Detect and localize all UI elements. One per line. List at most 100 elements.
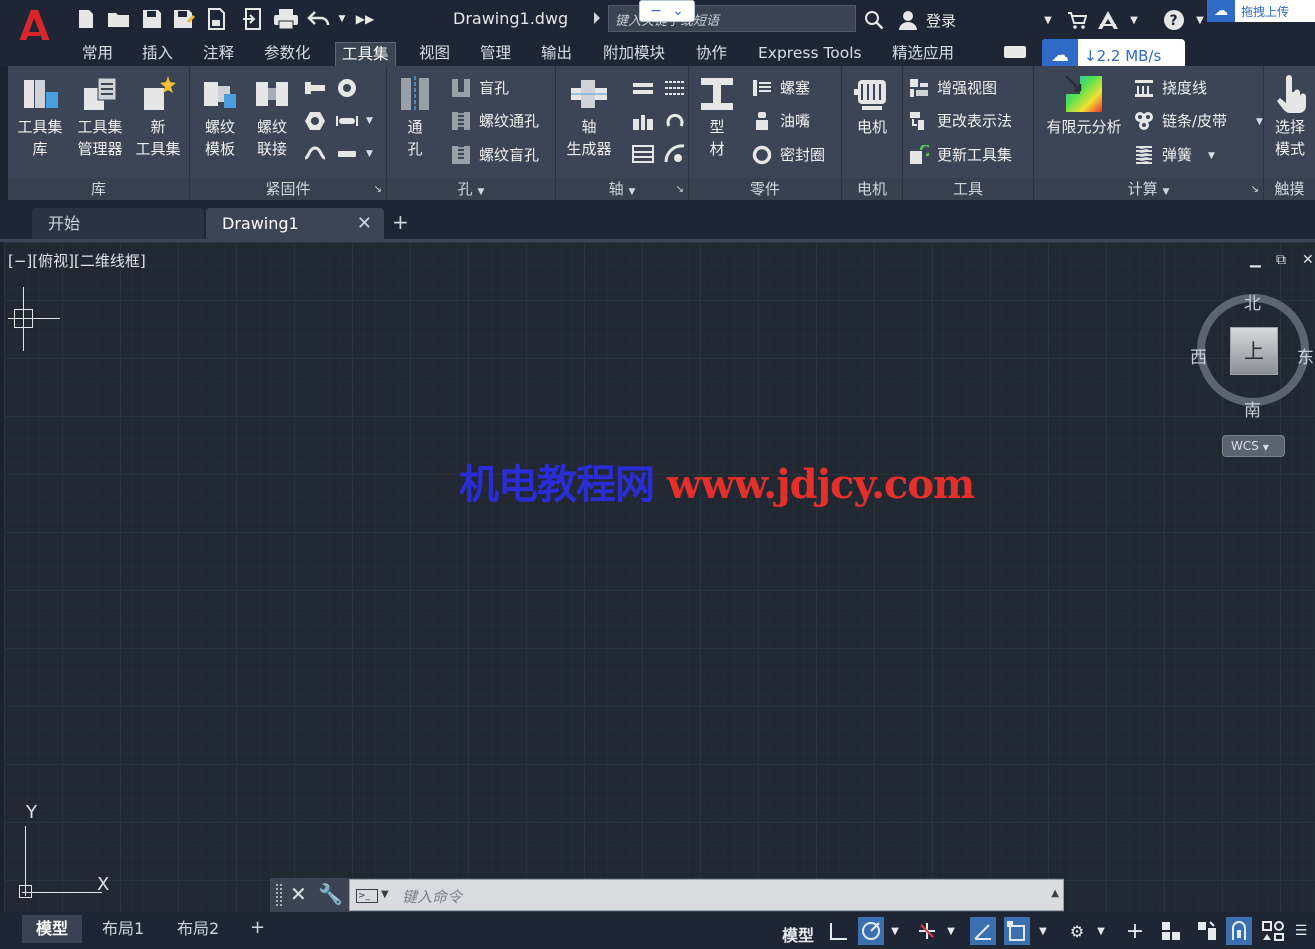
tab-home[interactable]: 常用 [76, 42, 119, 66]
panel-touch-title[interactable]: 触摸 [1264, 178, 1315, 200]
select-mode-button[interactable]: 选择 模式 [1268, 74, 1312, 160]
viewport-minimize-icon[interactable]: ▁ [1250, 252, 1261, 268]
object-snap-icon[interactable] [1004, 917, 1030, 945]
steel-shape-button[interactable]: 型 材 [691, 74, 743, 160]
update-toolset-button[interactable]: 更新工具集 [909, 144, 1012, 166]
spline-icon[interactable] [664, 78, 686, 98]
login-dropdown-icon[interactable]: ▼ [1036, 8, 1060, 32]
cart-icon[interactable] [1065, 8, 1089, 32]
chain-belt-button[interactable]: 链条/皮带 [1134, 110, 1227, 132]
chevron-down-icon[interactable]: ⌄ [672, 3, 684, 19]
gear-icon[interactable]: ⚙ [1064, 917, 1090, 945]
toolset-library-button[interactable]: 工具集库 [12, 74, 68, 160]
snap-dropdown-icon[interactable]: ▼ [888, 917, 902, 945]
tab-output[interactable]: 输出 [535, 42, 578, 66]
save-as-icon[interactable] [172, 8, 196, 30]
thread-connection-button[interactable]: 螺纹 联接 [246, 74, 298, 160]
customize-qat-icon[interactable]: ▶▶ [354, 8, 376, 30]
cloud-upload-badge[interactable]: ☁ 拖拽上传 [1207, 0, 1315, 22]
isolate-objects-icon[interactable] [1226, 917, 1252, 945]
chain-sprocket-icon[interactable] [664, 144, 686, 164]
tab-view[interactable]: 视图 [413, 42, 456, 66]
panel-shaft-title[interactable]: 轴 ▼ [556, 178, 688, 200]
bolt-icon[interactable] [304, 78, 326, 98]
login-link[interactable]: 登录 [926, 10, 956, 31]
minimize-icon[interactable]: − [650, 3, 662, 19]
object-snap-dropdown-icon[interactable]: ▼ [1036, 917, 1050, 945]
user-icon[interactable] [896, 8, 920, 32]
viewcube-top-face[interactable]: 上 [1230, 327, 1278, 375]
tab-toolsets[interactable]: 工具集 [335, 42, 396, 66]
workspace-icon[interactable] [1158, 917, 1184, 945]
panel-tools-title[interactable]: 工具 [903, 178, 1033, 200]
layout-tab-layout2[interactable]: 布局2 [163, 915, 233, 943]
plug-button[interactable]: 螺塞 [752, 77, 810, 99]
autodesk-a360-icon[interactable] [1096, 8, 1120, 32]
command-input[interactable]: >_ ▼ 键入命令 ▲ [349, 879, 1064, 911]
wcs-menu[interactable]: WCS ▼ [1222, 435, 1285, 457]
spring-pin-icon[interactable] [304, 144, 326, 164]
chain-belt-dropdown-icon[interactable]: ▼ [1256, 117, 1263, 127]
compass-north[interactable]: 北 [1244, 289, 1261, 314]
close-tab-icon[interactable]: ✕ [357, 208, 372, 239]
tab-addins[interactable]: 附加模块 [597, 42, 671, 66]
layout-tab-layout1[interactable]: 布局1 [88, 915, 158, 943]
annotation-monitor-icon[interactable] [1194, 917, 1220, 945]
tab-insert[interactable]: 插入 [136, 42, 179, 66]
tab-express-tools[interactable]: Express Tools [752, 42, 868, 66]
search-icon[interactable] [862, 8, 886, 32]
undo-icon[interactable] [306, 8, 332, 30]
save-icon[interactable] [140, 8, 164, 30]
toolset-manager-button[interactable]: 工具集 管理器 [70, 74, 130, 160]
panel-library-title[interactable]: 库 [8, 178, 189, 200]
panel-fasteners-title[interactable]: 紧固件 [190, 178, 386, 200]
enhanced-view-button[interactable]: 增强视图 [909, 77, 997, 99]
close-command-line-icon[interactable]: ✕ [290, 882, 307, 906]
rivet-dropdown-icon[interactable]: ▼ [366, 149, 373, 159]
tab-annotate[interactable]: 注释 [197, 42, 240, 66]
viewport-close-icon[interactable]: ✕ [1302, 252, 1314, 268]
thread-template-button[interactable]: 螺纹 模板 [194, 74, 246, 160]
help-icon[interactable]: ? [1162, 8, 1186, 32]
snap-icon[interactable] [858, 917, 884, 945]
ribbon-minimize-toggle-icon[interactable] [1004, 46, 1026, 58]
plot-icon[interactable] [272, 8, 300, 30]
tab-start[interactable]: 开始 [32, 208, 204, 239]
shaft-generator-button[interactable]: 轴 生成器 [560, 74, 618, 160]
open-from-web-icon[interactable] [206, 8, 228, 30]
compass-east[interactable]: 东 [1297, 343, 1314, 368]
tab-drawing1[interactable]: Drawing1 ✕ [206, 208, 384, 239]
a360-dropdown-icon[interactable]: ▼ [1122, 8, 1146, 32]
threaded-blind-hole-button[interactable]: 螺纹盲孔 [451, 144, 539, 166]
spring-dropdown-icon[interactable]: ▼ [1208, 151, 1215, 161]
status-menu-icon[interactable]: ☰ [1290, 917, 1312, 945]
blind-hole-button[interactable]: 盲孔 [451, 77, 509, 99]
polar-tracking-icon[interactable] [970, 917, 996, 945]
threaded-through-hole-button[interactable]: 螺纹通孔 [451, 110, 539, 132]
new-file-icon[interactable] [74, 8, 98, 30]
plus-icon[interactable]: + [1122, 917, 1148, 945]
keyway-icon[interactable] [632, 78, 654, 98]
calculation-launcher-icon[interactable]: ↘ [1251, 184, 1259, 195]
change-representation-button[interactable]: 更改表示法 [909, 110, 1012, 132]
floating-minimize-popup[interactable]: − ⌄ [639, 0, 695, 22]
motor-button[interactable]: 电机 [846, 74, 898, 138]
panel-parts-title[interactable]: 零件 [689, 178, 841, 200]
through-hole-button[interactable]: 通 孔 [391, 74, 439, 160]
drawing-canvas[interactable]: [−][俯视][二维线框] ▁ ⧉ ✕ 上 北 南 西 东 WCS ▼ 机电教程… [4, 242, 1315, 912]
fea-button[interactable]: 有限元分析 [1038, 74, 1130, 138]
viewport-restore-icon[interactable]: ⧉ [1276, 252, 1286, 268]
settings-dropdown-icon[interactable]: ▼ [1094, 917, 1108, 945]
customization-icon[interactable] [1260, 917, 1286, 945]
grid-icon[interactable] [826, 917, 852, 945]
panel-motor-title[interactable]: 电机 [842, 178, 902, 200]
fasteners-launcher-icon[interactable]: ↘ [374, 184, 382, 195]
add-layout-icon[interactable]: + [250, 917, 265, 938]
panel-holes-title[interactable]: 孔 ▼ [387, 178, 555, 200]
new-tab-icon[interactable]: + [392, 210, 412, 234]
nut-icon[interactable] [304, 111, 326, 131]
save-to-web-icon[interactable] [240, 8, 264, 30]
deflection-line-button[interactable]: 挠度线 [1134, 77, 1207, 99]
recent-commands-dropdown-icon[interactable]: ▼ [381, 889, 389, 900]
search-expand-icon[interactable] [594, 12, 600, 24]
